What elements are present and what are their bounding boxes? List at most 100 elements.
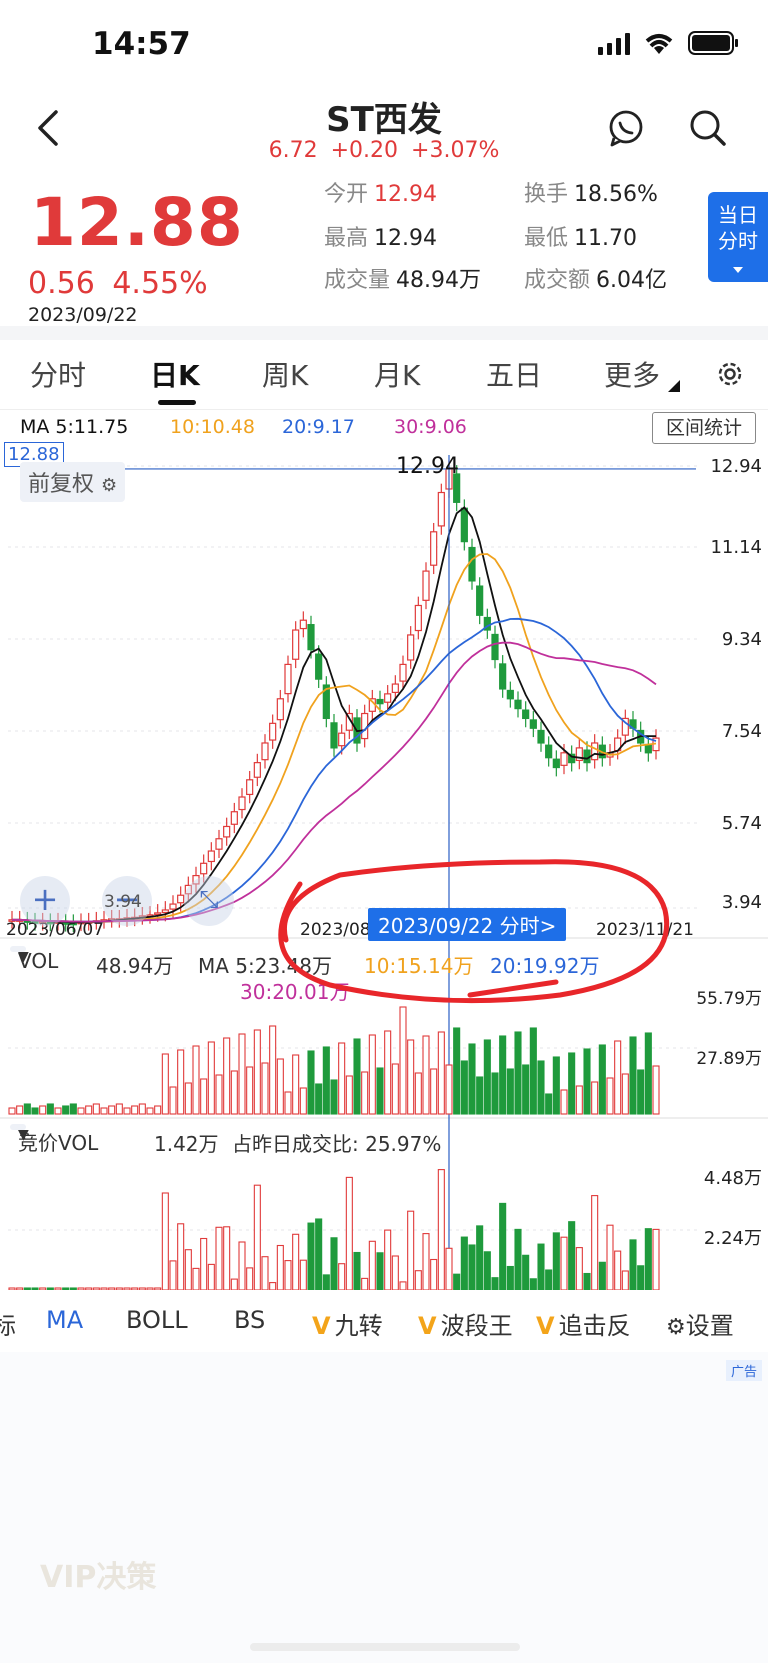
vol-y-mid: 27.89万 (696, 1049, 762, 1069)
candle-body (154, 912, 162, 916)
auction-volume-bar (54, 1287, 62, 1290)
caret-down-icon (733, 267, 743, 273)
auction-indicator-select[interactable]: 竞价VOL ▼ (10, 1124, 98, 1155)
candle-body (361, 712, 369, 740)
search-icon[interactable] (686, 106, 730, 150)
tab-five-day[interactable]: 五日 (486, 354, 542, 394)
gear-icon: ⚙ (666, 1315, 686, 1340)
auction-volume-bar (92, 1287, 100, 1290)
auction-y-top: 4.48万 (703, 1168, 762, 1189)
volume-bar (652, 1065, 660, 1115)
ma20-value: 20:9.17 (282, 416, 355, 438)
vol-ma5: MA 5:23.48万 (198, 954, 333, 978)
adjust-mode-button[interactable]: 前复权 ⚙ (20, 462, 126, 502)
chat-icon[interactable] (604, 106, 648, 150)
range-stats-button[interactable]: 区间统计 (652, 412, 756, 444)
volume-bar (453, 1027, 461, 1115)
auction-volume-bar (644, 1228, 652, 1290)
auction-volume-bar (414, 1270, 422, 1290)
auction-volume-bar (506, 1265, 514, 1290)
volume-bar (583, 1048, 591, 1115)
volume-bar (177, 1049, 185, 1115)
indicator-tab-truncated[interactable]: 标 (0, 1306, 16, 1341)
volume-bar (568, 1052, 576, 1115)
vol-ma10: 10:15.14万 (364, 954, 474, 978)
y-label: 3.94 (721, 892, 762, 913)
candle-body (506, 689, 514, 700)
vol-indicator-select[interactable]: VOL ▼ (10, 946, 58, 973)
auction-volume-bar (115, 1287, 123, 1290)
volume-bar (537, 1060, 545, 1115)
ma30-value: 30:9.06 (394, 416, 467, 438)
indicator-tab-ma[interactable]: MA (46, 1306, 83, 1334)
linked-stock-quote[interactable]: 6.72 +0.20 +3.07% (0, 138, 768, 163)
candle-body (545, 744, 553, 759)
auction-volume-bar (468, 1244, 476, 1290)
wifi-icon (645, 34, 673, 54)
indicator-tab-jiuzhuan[interactable]: V 九转 (312, 1306, 383, 1341)
tab-intraday[interactable]: 分时 (30, 354, 86, 394)
candle-body (437, 491, 445, 527)
peak-price-label: 12.94 (396, 454, 459, 479)
kline-chart[interactable] (0, 410, 768, 1290)
intraday-button[interactable]: 当日 分时 (708, 192, 768, 282)
price-change: 0.56 4.55% (28, 266, 208, 301)
volume-bar (77, 1107, 85, 1115)
auction-volume-bar (299, 1259, 307, 1290)
auction-volume-bar (276, 1244, 284, 1290)
indicator-tab-zhuiji[interactable]: V 追击反 (536, 1306, 631, 1341)
y-label: 7.54 (721, 721, 762, 742)
volume-bar (299, 1087, 307, 1115)
volume-bar (85, 1105, 93, 1115)
status-bar: 14:57 (0, 0, 768, 90)
auction-volume-bar (100, 1287, 108, 1290)
volume-bar (353, 1038, 361, 1115)
indicator-tab-boll[interactable]: BOLL (126, 1306, 188, 1334)
period-tabs: 分时 日K 周K 月K 五日 更多 (0, 340, 768, 410)
candle-body (215, 838, 223, 850)
volume-bar (276, 1058, 284, 1115)
auction-volume-bar (8, 1287, 16, 1290)
auction-volume-bar (568, 1221, 576, 1290)
tab-monthly-k[interactable]: 月K (374, 354, 420, 394)
auction-volume-bar (154, 1287, 162, 1290)
chart-settings-gear-icon[interactable] (714, 358, 746, 390)
candle-body (299, 619, 307, 630)
crosshair-date-pill[interactable]: 2023/09/22 分时> (368, 908, 567, 941)
candle-body (476, 585, 484, 616)
volume-bar (468, 1043, 476, 1115)
auction-volume-bar (422, 1233, 430, 1290)
stat-high: 最高 12.94 (324, 226, 437, 251)
candle-body (468, 546, 476, 582)
indicator-settings[interactable]: ⚙设置 (660, 1306, 734, 1341)
volume-bar (644, 1032, 652, 1115)
stat-volume: 成交量 48.94万 (324, 268, 481, 293)
x-label-mid: 2023/08 (300, 920, 371, 940)
candle-body (391, 683, 399, 694)
auction-volume-bar (200, 1237, 208, 1290)
stat-low: 最低 11.70 (524, 226, 637, 251)
tab-weekly-k[interactable]: 周K (262, 354, 308, 394)
volume-bar (154, 1105, 162, 1115)
settings-small-icon: ⚙ (101, 475, 118, 496)
vip-v-icon: V (536, 1312, 555, 1340)
ad-banner[interactable]: 广告 VIP决策 (0, 1352, 768, 1663)
volume-bar (215, 1074, 223, 1115)
volume-bar (16, 1105, 24, 1115)
volume-bar (192, 1045, 200, 1115)
auction-volume-bar (407, 1210, 415, 1290)
indicator-tab-boduanwang[interactable]: V 波段王 (418, 1306, 513, 1341)
signal-icon (598, 31, 630, 55)
candle-body (407, 634, 415, 661)
indicator-tab-bs[interactable]: BS (234, 1306, 265, 1334)
tab-more[interactable]: 更多 (604, 354, 660, 394)
volume-bar (514, 1031, 522, 1115)
tab-daily-k[interactable]: 日K (150, 354, 200, 394)
volume-bar (46, 1103, 54, 1115)
volume-bar (184, 1082, 192, 1115)
auction-volume-bar (315, 1218, 323, 1290)
zoom-in-button[interactable]: + (20, 876, 70, 926)
expand-icon[interactable]: ⤡ (184, 876, 234, 926)
volume-bar (330, 1079, 338, 1115)
volume-bar (345, 1075, 353, 1115)
